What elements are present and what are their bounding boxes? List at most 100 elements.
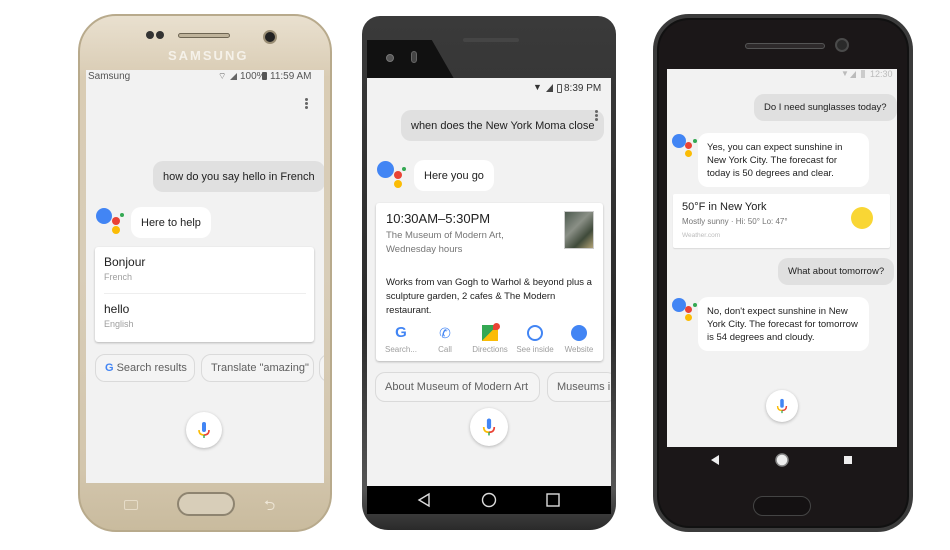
weather-details: Mostly sunny · Hi: 50° Lo: 47° xyxy=(682,217,788,226)
weather-source: Weather.com xyxy=(682,232,721,239)
nav-bar xyxy=(667,447,897,473)
action-directions[interactable]: Directions xyxy=(467,323,513,354)
museum-description: Works from van Gogh to Warhol & beyond p… xyxy=(386,277,592,316)
action-website[interactable]: Website xyxy=(556,325,602,354)
suggestion-chip-translate[interactable]: Translate "amazing" xyxy=(201,354,314,382)
fingerprint-home-button[interactable] xyxy=(753,496,811,516)
status-bar: ▼ 8:39 PM xyxy=(367,82,611,96)
action-search[interactable]: G Search... xyxy=(378,324,424,355)
screen: ▼ 12:30 Do I need sunglasses today? Yes,… xyxy=(667,69,897,447)
battery-icon xyxy=(262,72,267,80)
maps-icon xyxy=(482,323,500,341)
status-bar: Samsung ⌔ 100% 11:59 AM xyxy=(86,70,324,84)
home-nav-icon[interactable] xyxy=(774,452,790,468)
suggestion-chip-about-museum[interactable]: About Museum of Modern Art xyxy=(375,372,540,402)
clock: 8:39 PM xyxy=(564,83,602,94)
recents-nav-icon[interactable] xyxy=(545,492,561,508)
front-camera xyxy=(835,38,849,52)
action-call[interactable]: ✆ Call xyxy=(422,325,468,354)
front-camera xyxy=(263,30,277,44)
back-key-icon[interactable]: ⮌ xyxy=(264,495,275,519)
home-nav-icon[interactable] xyxy=(481,492,497,508)
phone-icon: ✆ xyxy=(439,325,451,341)
mic-icon xyxy=(776,398,788,414)
chip-label: Translate "amazing" xyxy=(211,362,309,374)
suggestion-chip-museums[interactable]: Museums i xyxy=(547,372,611,402)
google-assistant-logo-icon xyxy=(96,208,126,238)
front-sensor xyxy=(411,51,417,63)
globe-icon xyxy=(571,325,587,341)
mic-button[interactable] xyxy=(766,390,798,422)
weather-card[interactable]: 50°F in New York Mostly sunny · Hi: 50° … xyxy=(673,194,890,248)
museum-hours-card[interactable]: 10:30AM–5:30PM The Museum of Modern Art,… xyxy=(376,203,603,361)
battery-icon xyxy=(557,84,562,93)
mic-button[interactable] xyxy=(186,412,222,448)
earpiece-speaker xyxy=(745,43,825,49)
earpiece-speaker xyxy=(463,38,519,42)
mic-icon xyxy=(482,418,496,436)
translation-language: French xyxy=(104,272,133,282)
front-camera xyxy=(386,54,394,62)
museum-thumbnail[interactable] xyxy=(564,211,594,249)
wifi-icon: ▼ xyxy=(841,69,849,78)
place-name: The Museum of Modern Art, xyxy=(386,230,504,241)
user-query-bubble: how do you say hello in French xyxy=(153,161,324,192)
carrier-label: Samsung xyxy=(88,71,131,82)
recents-nav-icon[interactable] xyxy=(842,454,854,466)
assistant-reply-bubble: Here you go xyxy=(414,160,494,191)
wifi-icon: ▼ xyxy=(533,82,542,92)
signal-icon xyxy=(546,84,553,92)
hours-text: 10:30AM–5:30PM xyxy=(386,211,491,226)
mic-button[interactable] xyxy=(470,408,508,446)
google-g-icon: G xyxy=(395,324,407,341)
translation-word: hello xyxy=(104,302,130,316)
back-nav-icon[interactable] xyxy=(709,454,721,466)
clock: 12:30 xyxy=(870,69,893,79)
wifi-icon: ⌔ xyxy=(218,71,227,81)
signal-icon xyxy=(230,73,237,80)
assistant-reply-bubble: Yes, you can expect sunshine in New York… xyxy=(698,133,869,187)
action-see-inside[interactable]: See inside xyxy=(512,325,558,354)
battery-icon xyxy=(861,70,865,78)
day-label: Wednesday hours xyxy=(386,244,463,255)
user-query-bubble: What about tomorrow? xyxy=(778,258,895,285)
action-label: Directions xyxy=(472,345,508,354)
signal-icon xyxy=(850,71,856,78)
chip-label: About Museum of Modern Art xyxy=(385,381,529,393)
google-assistant-logo-icon xyxy=(377,161,407,191)
user-query-bubble: when does the New York Moma close xyxy=(401,110,605,141)
recent-apps-key-icon[interactable] xyxy=(124,500,138,510)
assistant-reply-bubble: No, don't expect sunshine in New York Ci… xyxy=(698,297,869,351)
translation-language: English xyxy=(104,319,134,329)
assistant-reply-bubble: Here to help xyxy=(131,207,211,238)
suggestion-chip-partial[interactable] xyxy=(319,354,324,382)
chip-label: Search results xyxy=(116,362,187,374)
divider xyxy=(104,293,306,294)
suggestion-chip-search-results[interactable]: G Search results xyxy=(95,354,195,382)
action-label: Call xyxy=(438,345,452,354)
phone-black: ▼ 12:30 Do I need sunglasses today? Yes,… xyxy=(653,14,913,534)
nav-bar xyxy=(367,486,611,514)
home-button[interactable] xyxy=(177,492,235,516)
translation-card[interactable]: Bonjour French hello English xyxy=(95,247,314,342)
action-label: Search... xyxy=(384,345,417,354)
sun-icon xyxy=(851,207,873,229)
overflow-menu-icon[interactable] xyxy=(305,98,309,110)
screen: Samsung ⌔ 100% 11:59 AM how do you say h… xyxy=(86,70,324,483)
overflow-menu-icon[interactable] xyxy=(595,110,599,122)
earpiece-speaker xyxy=(178,33,230,38)
weather-title: 50°F in New York xyxy=(682,201,767,213)
google-g-icon: G xyxy=(105,362,114,374)
action-label: See inside xyxy=(516,345,554,354)
back-nav-icon[interactable] xyxy=(416,492,432,508)
street-view-icon xyxy=(527,325,543,341)
phone-dark: ▼ 8:39 PM when does the New York Moma cl… xyxy=(362,16,616,532)
chip-label: Museums i xyxy=(557,381,611,393)
status-bar: ▼ 12:30 xyxy=(667,69,897,81)
brand-logo: SAMSUNG xyxy=(168,48,249,63)
action-label: Website xyxy=(564,345,594,354)
screen: ▼ 8:39 PM when does the New York Moma cl… xyxy=(367,78,611,486)
translation-word: Bonjour xyxy=(104,255,146,269)
mic-icon xyxy=(198,422,210,438)
user-query-bubble: Do I need sunglasses today? xyxy=(754,94,897,121)
